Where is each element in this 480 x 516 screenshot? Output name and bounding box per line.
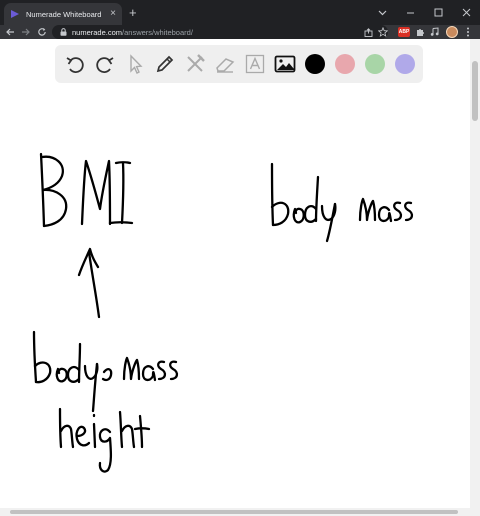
color-swatch-black[interactable] bbox=[305, 54, 325, 74]
whiteboard-toolbar bbox=[55, 45, 423, 83]
handwriting-body-mass-right bbox=[270, 162, 414, 243]
forward-arrow-icon[interactable] bbox=[20, 26, 32, 38]
select-icon[interactable] bbox=[120, 49, 150, 79]
whiteboard-canvas[interactable] bbox=[0, 89, 470, 508]
url-text: numerade.com/answers/whiteboard/ bbox=[72, 28, 193, 37]
image-icon[interactable] bbox=[270, 49, 300, 79]
undo-icon[interactable] bbox=[60, 49, 90, 79]
tools-icon[interactable] bbox=[180, 49, 210, 79]
color-swatch-pink[interactable] bbox=[335, 54, 355, 74]
horizontal-scrollbar[interactable] bbox=[0, 508, 480, 516]
url-path: /answers/whiteboard/ bbox=[122, 27, 193, 37]
more-menu-icon[interactable] bbox=[462, 26, 474, 38]
minimize-button[interactable] bbox=[396, 0, 424, 25]
handwriting-body-mass-left bbox=[32, 330, 179, 413]
tab-title: Numerade Whiteboard bbox=[26, 9, 102, 19]
new-tab-button[interactable]: + bbox=[129, 6, 137, 19]
adblock-extension-icon[interactable]: ABP bbox=[398, 27, 410, 37]
share-icon[interactable] bbox=[362, 26, 374, 38]
back-arrow-icon[interactable] bbox=[4, 26, 16, 38]
bookmark-star-icon[interactable] bbox=[377, 26, 389, 38]
handwriting-bmi bbox=[39, 152, 134, 228]
whiteboard-page bbox=[0, 39, 470, 508]
chevron-down-icon[interactable] bbox=[368, 0, 396, 25]
tab-close-icon[interactable]: × bbox=[110, 9, 116, 19]
close-window-button[interactable] bbox=[452, 0, 480, 25]
extensions-puzzle-icon[interactable] bbox=[414, 26, 426, 38]
browser-tab[interactable]: Numerade Whiteboard × bbox=[4, 3, 122, 25]
redo-icon[interactable] bbox=[90, 49, 120, 79]
pen-icon[interactable] bbox=[150, 49, 180, 79]
handwriting-arrow bbox=[77, 247, 101, 319]
color-swatch-green[interactable] bbox=[365, 54, 385, 74]
browser-toolbar: numerade.com/answers/whiteboard/ ABP bbox=[0, 25, 480, 39]
numerade-favicon-icon bbox=[10, 9, 20, 19]
maximize-button[interactable] bbox=[424, 0, 452, 25]
eraser-icon[interactable] bbox=[210, 49, 240, 79]
vertical-scrollbar[interactable] bbox=[470, 39, 480, 508]
media-control-icon[interactable] bbox=[429, 26, 441, 38]
profile-avatar[interactable] bbox=[446, 26, 458, 38]
browser-title-bar: Numerade Whiteboard × + bbox=[0, 0, 480, 25]
horizontal-scrollbar-thumb[interactable] bbox=[10, 510, 458, 514]
vertical-scrollbar-thumb[interactable] bbox=[472, 61, 478, 121]
window-controls bbox=[368, 0, 480, 25]
address-bar[interactable]: numerade.com/answers/whiteboard/ bbox=[52, 25, 388, 39]
text-icon[interactable] bbox=[240, 49, 270, 79]
url-host: numerade.com bbox=[72, 27, 123, 37]
handwriting-height bbox=[58, 407, 151, 473]
color-swatch-purple[interactable] bbox=[395, 54, 415, 74]
reload-icon[interactable] bbox=[36, 26, 48, 38]
